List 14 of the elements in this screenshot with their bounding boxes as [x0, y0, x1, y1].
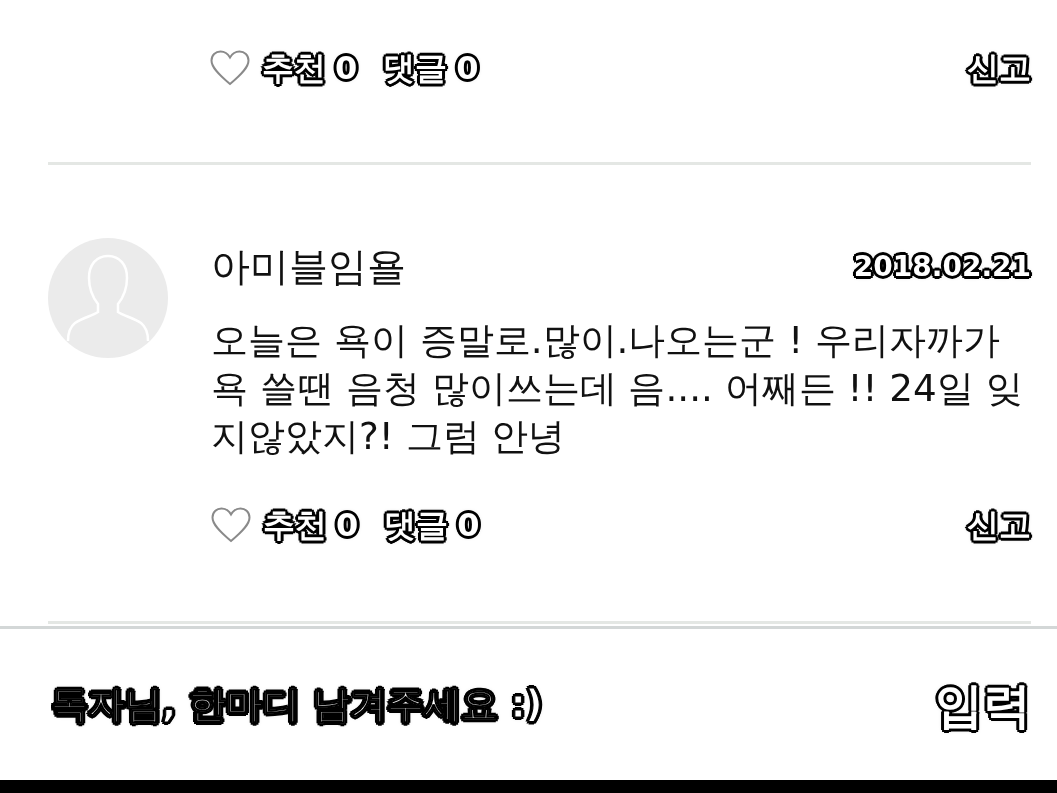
like-count: 0 [335, 48, 358, 88]
report-button[interactable]: 신고 [967, 48, 1031, 88]
like-button[interactable]: 추천 [211, 505, 327, 545]
like-count: 0 [336, 505, 359, 545]
comment-date: 2018.02.21 [853, 249, 1031, 285]
reply-count: 0 [456, 48, 479, 88]
reply-button[interactable]: 댓글 [384, 505, 449, 545]
comment-text: 오늘은 욕이 증말로.많이.나오는군 ! 우리자까가 욕 쓸땐 음청 많이쓰는데 음.... 어째든 !! 24일 잊지않았지?! 그럼 안녕 [211, 317, 1024, 460]
reply-count: 0 [457, 505, 480, 545]
report-button[interactable]: 신고 [967, 505, 1031, 545]
submit-button[interactable]: 입력 [935, 673, 1031, 736]
comment-author: 아미블임욜 [211, 243, 406, 291]
like-button[interactable]: 추천 [210, 48, 326, 88]
reply-button[interactable]: 댓글 [383, 48, 448, 88]
